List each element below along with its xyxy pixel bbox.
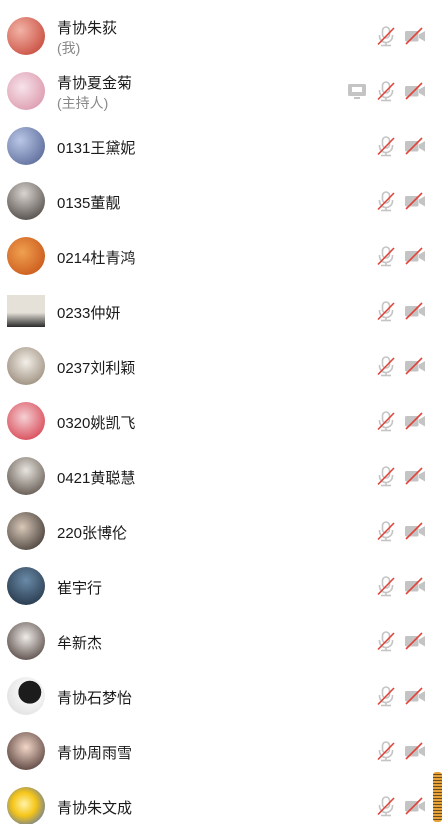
participant-name: 崔宇行 xyxy=(57,580,103,597)
participant-row[interactable]: 0320姚凯飞 xyxy=(0,393,447,448)
participant-row[interactable]: 0135董靓 xyxy=(0,173,447,228)
camera-off-icon[interactable] xyxy=(404,520,426,542)
participant-name: 0131王黛妮 xyxy=(57,140,136,157)
mic-muted-icon[interactable] xyxy=(375,190,397,212)
avatar xyxy=(7,295,45,327)
participant-row[interactable]: 0421黄聪慧 xyxy=(0,448,447,503)
participant-name: 青协夏金菊 xyxy=(57,75,133,92)
mic-muted-icon[interactable] xyxy=(375,575,397,597)
participant-row[interactable]: 0131王黛妮 xyxy=(0,118,447,173)
avatar xyxy=(7,127,45,165)
avatar xyxy=(7,622,45,660)
participant-name: 青协朱荻 xyxy=(57,20,118,37)
avatar xyxy=(7,72,45,110)
avatar xyxy=(7,787,45,824)
camera-off-icon[interactable] xyxy=(404,575,426,597)
scrollbar-thumb[interactable] xyxy=(433,772,442,822)
participant-role: (我) xyxy=(57,40,81,56)
camera-off-icon[interactable] xyxy=(404,355,426,377)
participant-name: 0237刘利颖 xyxy=(57,360,136,377)
participant-row[interactable]: 崔宇行 xyxy=(0,558,447,613)
camera-off-icon[interactable] xyxy=(404,190,426,212)
participant-name: 青协石梦怡 xyxy=(57,690,133,707)
mic-muted-icon[interactable] xyxy=(375,520,397,542)
avatar xyxy=(7,17,45,55)
participant-name: 220张博伦 xyxy=(57,525,128,542)
avatar xyxy=(7,512,45,550)
avatar xyxy=(7,182,45,220)
participant-row[interactable]: 青协石梦怡 xyxy=(0,668,447,723)
participant-row[interactable]: 青协朱文成 xyxy=(0,778,447,824)
participant-name: 0320姚凯飞 xyxy=(57,415,136,432)
participant-row[interactable]: 青协夏金菊 (主持人) xyxy=(0,63,447,118)
participant-name: 0421黄聪慧 xyxy=(57,470,136,487)
camera-off-icon[interactable] xyxy=(404,740,426,762)
camera-off-icon[interactable] xyxy=(404,25,426,47)
avatar xyxy=(7,677,45,715)
mic-muted-icon[interactable] xyxy=(375,25,397,47)
camera-off-icon[interactable] xyxy=(404,685,426,707)
camera-off-icon[interactable] xyxy=(404,795,426,817)
mic-muted-icon[interactable] xyxy=(375,685,397,707)
mic-muted-icon[interactable] xyxy=(375,410,397,432)
mic-muted-icon[interactable] xyxy=(375,135,397,157)
participant-row[interactable]: 0214杜青鸿 xyxy=(0,228,447,283)
participant-name: 青协朱文成 xyxy=(57,800,133,817)
camera-off-icon[interactable] xyxy=(404,135,426,157)
participant-row[interactable]: 青协周雨雪 xyxy=(0,723,447,778)
participant-role: (主持人) xyxy=(57,95,109,111)
mic-muted-icon[interactable] xyxy=(375,245,397,267)
avatar xyxy=(7,402,45,440)
camera-off-icon[interactable] xyxy=(404,465,426,487)
participant-row[interactable]: 0233仲妍 xyxy=(0,283,447,338)
camera-off-icon[interactable] xyxy=(404,300,426,322)
avatar xyxy=(7,567,45,605)
participant-list: 青协朱荻 (我) 青协夏金菊 (主持人) 0131王黛妮 0135董靓 0214… xyxy=(0,0,447,824)
participant-name: 0233仲妍 xyxy=(57,305,121,322)
mic-muted-icon[interactable] xyxy=(375,795,397,817)
participant-row[interactable]: 青协朱荻 (我) xyxy=(0,8,447,63)
participant-row[interactable]: 220张博伦 xyxy=(0,503,447,558)
participant-name: 牟新杰 xyxy=(57,635,103,652)
participant-name: 0135董靓 xyxy=(57,195,121,212)
camera-off-icon[interactable] xyxy=(404,410,426,432)
screen-share-icon[interactable] xyxy=(346,80,368,102)
camera-off-icon[interactable] xyxy=(404,630,426,652)
avatar xyxy=(7,237,45,275)
mic-muted-icon[interactable] xyxy=(375,300,397,322)
avatar xyxy=(7,347,45,385)
participant-name: 青协周雨雪 xyxy=(57,745,133,762)
mic-muted-icon[interactable] xyxy=(375,465,397,487)
camera-off-icon[interactable] xyxy=(404,245,426,267)
avatar xyxy=(7,457,45,495)
mic-muted-icon[interactable] xyxy=(375,355,397,377)
participant-row[interactable]: 0237刘利颖 xyxy=(0,338,447,393)
mic-muted-icon[interactable] xyxy=(375,630,397,652)
camera-off-icon[interactable] xyxy=(404,80,426,102)
mic-muted-icon[interactable] xyxy=(375,80,397,102)
participant-name: 0214杜青鸿 xyxy=(57,250,136,267)
participant-row[interactable]: 牟新杰 xyxy=(0,613,447,668)
avatar xyxy=(7,732,45,770)
mic-muted-icon[interactable] xyxy=(375,740,397,762)
